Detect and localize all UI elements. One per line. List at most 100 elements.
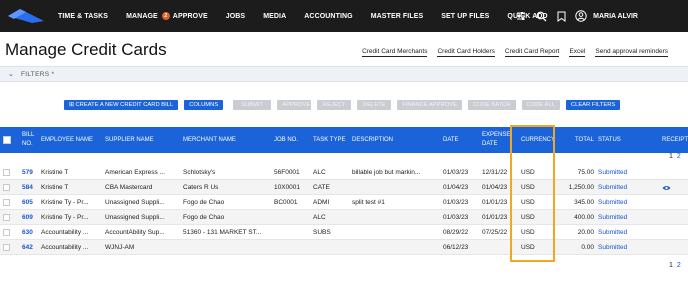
bill-no-link[interactable]: 630 [22, 225, 33, 240]
user-name[interactable]: MARIA ALVIR [593, 13, 638, 20]
nav-item-jobs[interactable]: JOBS [226, 13, 245, 20]
page-2-link[interactable]: 2 [677, 262, 681, 269]
col-date[interactable]: DATE [443, 127, 459, 153]
user-avatar-icon[interactable] [574, 9, 588, 23]
employee-name: Kristine T [41, 169, 69, 176]
send-approval-reminders-link[interactable]: Send approval reminders [595, 48, 668, 57]
col-status[interactable]: STATUS [598, 127, 621, 153]
create-credit-card-bill-button[interactable]: ⊞ CREATE A NEW CREDIT CARD BILL [64, 100, 179, 110]
date: 01/03/23 [443, 199, 469, 206]
row-checkbox[interactable] [3, 214, 10, 221]
bill-no-link[interactable]: 579 [22, 165, 33, 180]
table-row[interactable]: 584 Kristine T CBA Mastercard Caters R U… [0, 180, 688, 195]
nav-item-time-tasks[interactable]: TIME & TASKS [58, 13, 108, 20]
nav-item-media[interactable]: MEDIA [263, 13, 286, 20]
expense-date: 01/01/23 [482, 199, 508, 206]
page-1-link[interactable]: 1 [669, 262, 673, 269]
col-employee-name[interactable]: EMPLOYEE NAME [41, 127, 93, 153]
total: 0.00 [581, 244, 594, 251]
chevron-down-icon[interactable]: ⌄ [8, 70, 14, 78]
nav-item-manage[interactable]: MANAGE 2 APPROVE [126, 12, 208, 20]
page-2-link[interactable]: 2 [677, 153, 681, 160]
nav-item-label: TIME & TASKS [58, 12, 109, 20]
pagination-bottom: 12 [665, 262, 681, 269]
action-toolbar: ⊞ CREATE A NEW CREDIT CARD BILL COLUMNS … [64, 100, 626, 110]
task-type: ALC [313, 169, 326, 176]
submit-button[interactable]: SUBMIT [233, 100, 272, 110]
page-1-link[interactable]: 1 [669, 153, 673, 160]
employee-name: Kristine Ty - Pr... [41, 199, 89, 206]
expense-date: 01/04/23 [482, 184, 508, 191]
credit-card-report-link[interactable]: Credit Card Report [504, 48, 560, 57]
filters-bar[interactable]: ⌄ FILTERS * [0, 66, 688, 82]
table-row[interactable]: 630 Accountability ... AccountAbility Su… [0, 225, 688, 240]
employee-name: Accountability ... [41, 244, 89, 251]
expense-date: 07/25/22 [482, 229, 508, 236]
bill-no-link[interactable]: 609 [22, 210, 33, 225]
row-checkbox[interactable] [3, 199, 10, 206]
code-batch-button[interactable]: CODE BATCH [467, 100, 516, 110]
col-job-no[interactable]: JOB NO. [274, 127, 298, 153]
nav-item-accounting[interactable]: ACCOUNTING [304, 13, 352, 20]
filters-label[interactable]: FILTERS * [21, 71, 54, 78]
supplier-name: CBA Mastercard [105, 184, 153, 191]
col-description[interactable]: DESCRIPTION [352, 127, 393, 153]
col-supplier-name[interactable]: SUPPLIER NAME [105, 127, 154, 153]
bill-no-link[interactable]: 642 [22, 240, 33, 255]
search-icon[interactable] [534, 9, 548, 23]
credit-card-holders-link[interactable]: Credit Card Holders [437, 48, 495, 57]
col-receipt[interactable]: RECEIPT [662, 127, 688, 153]
expense-date: 01/01/23 [482, 214, 508, 221]
status-link[interactable]: Submitted [598, 195, 627, 210]
status-link[interactable]: Submitted [598, 225, 627, 240]
status-link[interactable]: Submitted [598, 165, 627, 180]
table-row[interactable]: 605 Kristine Ty - Pr... Unassigned Suppl… [0, 195, 688, 210]
bill-no-link[interactable]: 605 [22, 195, 33, 210]
nav-item-master-files[interactable]: MASTER FILES [371, 13, 424, 20]
code-all-button[interactable]: CODE ALL [521, 100, 560, 110]
merchant-name: Caters R Us [183, 184, 219, 191]
row-checkbox[interactable] [3, 244, 10, 251]
col-total[interactable]: TOTAL [575, 127, 594, 153]
supplier-name: American Express ... [105, 169, 165, 176]
bookmark-icon[interactable] [554, 9, 568, 23]
select-all-checkbox[interactable] [3, 136, 11, 144]
col-merchant-name[interactable]: MERCHANT NAME [183, 127, 236, 153]
supplier-name: Unassigned Suppli... [105, 199, 165, 206]
job-no: BC0001 [274, 199, 298, 206]
approve-button[interactable]: APPROVE [277, 100, 312, 110]
expense-date: 12/31/22 [482, 169, 508, 176]
clear-filters-button[interactable]: CLEAR FILTERS [565, 100, 621, 110]
nav-item-approve-label[interactable]: APPROVE [173, 13, 208, 20]
status-link[interactable]: Submitted [598, 210, 627, 225]
date: 01/03/23 [443, 169, 469, 176]
header-links: Credit Card Merchants Credit Card Holder… [352, 48, 668, 57]
col-task-type[interactable]: TASK TYPE [313, 127, 345, 153]
task-type: ADMI [313, 199, 330, 206]
bill-no-link[interactable]: 584 [22, 180, 33, 195]
nav-item-set-up-files[interactable]: SET UP FILES [441, 13, 489, 20]
view-receipt-eye-icon[interactable] [662, 185, 671, 191]
delete-button[interactable]: DELETE [357, 100, 392, 110]
total: 400.00 [574, 214, 594, 221]
nav-item-label: ACCOUNTING [304, 12, 353, 20]
status-link[interactable]: Submitted [598, 180, 627, 195]
table-row[interactable]: 609 Kristine Ty - Pr... Unassigned Suppl… [0, 210, 688, 225]
table-row[interactable]: 579 Kristine T American Express ... Schl… [0, 165, 688, 180]
finance-approve-button[interactable]: FINANCE APPROVE [397, 100, 462, 110]
row-checkbox[interactable] [3, 184, 10, 191]
credit-card-merchants-link[interactable]: Credit Card Merchants [362, 48, 428, 57]
columns-button[interactable]: COLUMNS [184, 100, 224, 110]
row-checkbox[interactable] [3, 169, 10, 176]
sliders-icon[interactable] [514, 9, 528, 23]
row-checkbox[interactable] [3, 229, 10, 236]
excel-link[interactable]: Excel [569, 48, 586, 57]
description: billable job but markin... [352, 169, 421, 176]
button-label: CREATE A NEW CREDIT CARD BILL [75, 102, 174, 108]
reject-button[interactable]: REJECT [317, 100, 352, 110]
table-row[interactable]: 642 Accountability ... WJNJ-AM 06/12/23 … [0, 240, 688, 255]
col-bill-no[interactable]: BILL NO. [22, 127, 38, 153]
col-expense-date[interactable]: EXPENSE DATE [482, 127, 510, 153]
app-logo-icon[interactable] [6, 7, 46, 25]
status-link[interactable]: Submitted [598, 240, 627, 255]
